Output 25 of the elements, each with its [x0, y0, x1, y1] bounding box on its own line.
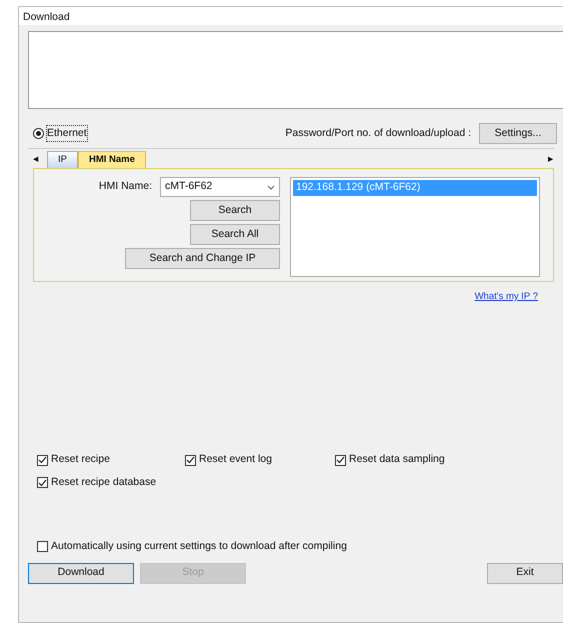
- check-icon: [336, 456, 345, 464]
- tab[interactable]: IP: [47, 150, 78, 168]
- tab-scroll-left[interactable]: ◂: [33, 152, 39, 168]
- search-button[interactable]: Search: [190, 200, 280, 221]
- check-icon: [38, 478, 47, 487]
- whats-my-ip-link[interactable]: What's my IP ?: [474, 290, 538, 304]
- chevron-icon: [267, 184, 275, 190]
- checkbox[interactable]: Reset data sampling: [335, 452, 485, 468]
- checkbox[interactable]: Reset recipe database: [37, 475, 185, 491]
- search-button[interactable]: Search All: [190, 224, 280, 245]
- checkbox[interactable]: Reset event log: [185, 452, 335, 468]
- dialog-button[interactable]: Exit: [487, 562, 563, 584]
- search-button[interactable]: Search and Change IP: [125, 248, 280, 269]
- window-title: Download: [19, 7, 563, 25]
- checkbox[interactable]: Automatically using current settings to download after compiling: [37, 538, 563, 554]
- check-icon: [38, 456, 47, 464]
- tab-scroll-right[interactable]: ▸: [548, 152, 554, 168]
- field-label: HMI Name:: [98, 179, 152, 194]
- hmi-name-dropdown[interactable]: cMT-6F62: [160, 177, 280, 197]
- dialog-button[interactable]: Download: [28, 562, 134, 584]
- password-port-label: Password/Port no. of download/upload :: [285, 126, 471, 141]
- check-icon: [186, 456, 195, 464]
- settings-button[interactable]: Settings...: [479, 123, 557, 144]
- tab[interactable]: HMI Name: [78, 150, 146, 168]
- checkbox[interactable]: Reset recipe: [37, 452, 185, 468]
